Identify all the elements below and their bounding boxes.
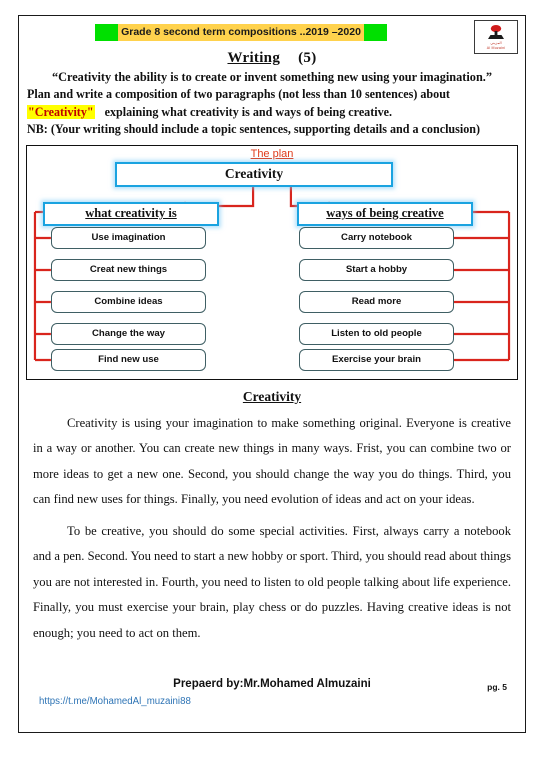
diagram-right-item: Read more [299, 290, 454, 313]
prompt-instruction-line1: Plan and write a composition of two para… [27, 87, 525, 103]
prompt-note: NB: (Your writing should include a topic… [27, 122, 481, 136]
logo-latin-text: Al Muzaini [486, 45, 506, 50]
diagram-right-heading-label: ways of being creative [326, 206, 444, 220]
diagram-left-heading-box: what creativity is [43, 201, 219, 226]
diagram-right-item: Exercise your brain [299, 348, 454, 371]
diagram-right-item: Carry notebook [299, 226, 454, 249]
diagram-left-item-label: Creat new things [89, 264, 168, 275]
stamp-icon [488, 25, 504, 40]
diagram-right-heading-box: ways of being creative [297, 201, 473, 226]
plan-diagram: The plan Creativity what creativity is w… [26, 144, 518, 380]
diagram-right-item-label: Start a hobby [345, 264, 408, 275]
diagram-left-heading-label: what creativity is [85, 206, 177, 220]
page-number: pg. 5 [487, 682, 507, 692]
prompt-line2-rest: explaining what creativity is and ways o… [104, 104, 393, 119]
diagram-left-item-label: Find new use [98, 354, 159, 365]
title-banner-text: Grade 8 second term compositions ..2019 … [118, 24, 364, 41]
page-footer: Prepaerd by:Mr.Mohamed Almuzaini pg. 5 h… [19, 678, 525, 718]
page-header: Grade 8 second term compositions ..2019 … [19, 16, 525, 54]
prepared-by-text: Prepaerd by:Mr.Mohamed Almuzaini [173, 678, 371, 690]
school-logo: المزيني Al Muzaini [474, 20, 518, 54]
prompt-instruction-line2: "Creativity" explaining what creativity i… [27, 104, 525, 121]
essay-paragraph-2: To be creative, you should do some speci… [33, 523, 511, 640]
telegram-link[interactable]: https://t.me/MohamedAl_muzaini88 [39, 696, 191, 707]
diagram-left-item: Combine ideas [51, 290, 206, 313]
worksheet-page: Grade 8 second term compositions ..2019 … [18, 15, 526, 733]
prompt-line1-text: Plan and write a composition of two para… [27, 87, 450, 101]
diagram-left-item: Creat new things [51, 258, 206, 281]
section-heading: Writing (5) [19, 50, 525, 67]
diagram-right-item-label: Exercise your brain [331, 354, 422, 365]
diagram-root-box: Creativity [115, 161, 393, 187]
diagram-left-item-label: Change the way [91, 328, 166, 339]
diagram-left-item-label: Use imagination [91, 232, 166, 243]
diagram-left-item: Find new use [51, 348, 206, 371]
plan-label: The plan [250, 147, 294, 160]
title-banner: Grade 8 second term compositions ..2019 … [95, 24, 387, 41]
essay-paragraph-1: Creativity is using your imagination to … [33, 415, 511, 507]
diagram-right-item-label: Listen to old people [331, 328, 422, 339]
diagram-right-item-label: Read more [351, 296, 402, 307]
diagram-right-item: Listen to old people [299, 322, 454, 345]
diagram-left-item-label: Combine ideas [94, 296, 163, 307]
prompt-topic-highlight: "Creativity" [27, 104, 95, 119]
diagram-left-item: Change the way [51, 322, 206, 345]
section-heading-label: Writing [227, 50, 281, 66]
diagram-root-label: Creativity [224, 166, 284, 181]
essay-title: Creativity [242, 388, 302, 404]
section-number: (5) [298, 50, 317, 66]
diagram-left-item: Use imagination [51, 226, 206, 249]
diagram-right-item-label: Carry notebook [341, 232, 412, 243]
diagram-right-item: Start a hobby [299, 258, 454, 281]
prompt-quote: “Creativity the ability is to create or … [51, 70, 493, 84]
